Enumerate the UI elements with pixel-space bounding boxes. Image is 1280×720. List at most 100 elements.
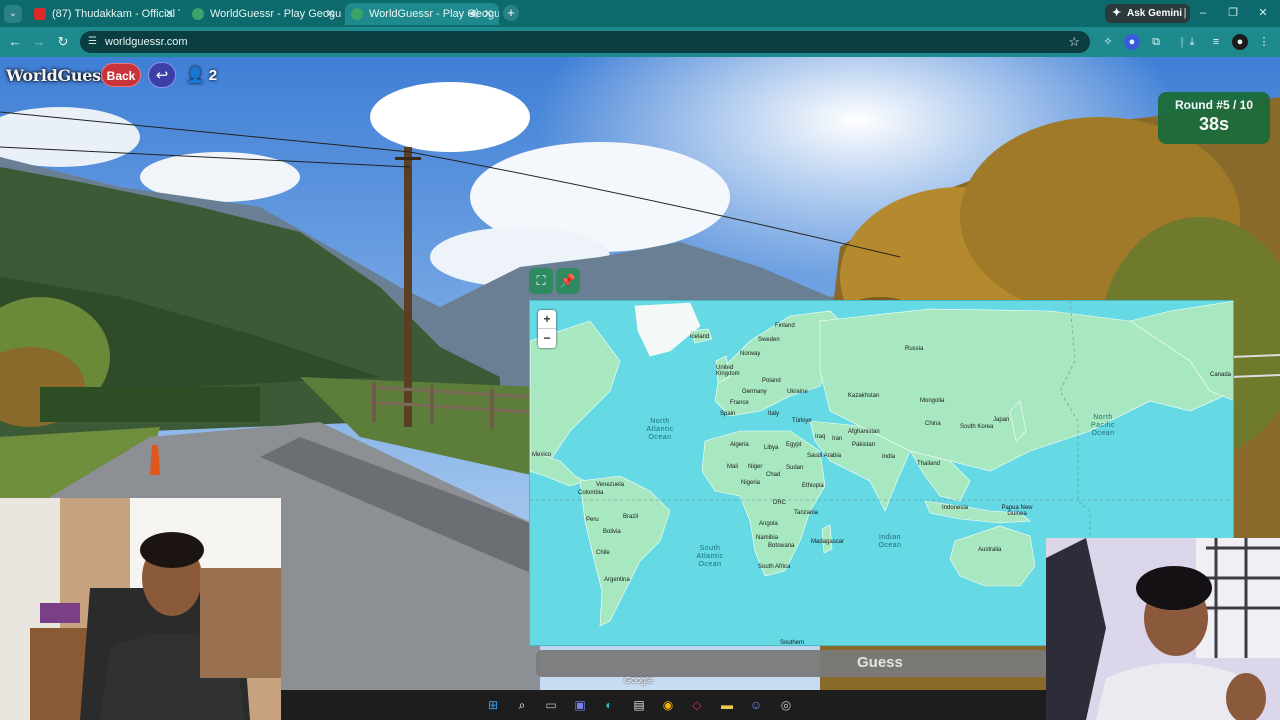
map-label: Pakistan [852,442,876,448]
webcam-left [0,498,281,720]
chrome-icon[interactable]: ◉ [659,696,677,714]
map-label: Sweden [758,337,780,343]
windows-taskbar: ⊞ ⌕ ▭ ▣ ◐ ▤ ◉ ◇ ▬ ☺ ◎ [281,690,1046,720]
guess-button-label[interactable]: Guess [857,654,903,671]
map-label: Botswana [768,543,795,549]
puzzle-icon[interactable]: ⧉ [1148,34,1164,50]
extension-icon[interactable]: ✧ [1100,34,1116,50]
map-label: Russia [905,346,924,352]
task-view-icon[interactable]: ▭ [542,696,560,714]
discord-icon[interactable]: ☺ [747,696,765,714]
tab-worldguessr-1[interactable]: WorldGuessr - Play Geoguessr Free ✕ [186,3,341,25]
store-icon[interactable]: ▤ [630,696,648,714]
close-icon[interactable]: ✕ [484,3,493,25]
map-label: Egypt [786,442,802,448]
map-label: Mali [727,464,739,470]
map-label: Iceland [690,334,710,340]
map-label: Niger [748,464,763,470]
search-icon[interactable]: ⌕ [513,696,531,714]
new-tab-button[interactable]: + [503,5,519,21]
map-label: United Kingdom [716,365,740,377]
close-icon[interactable]: ✕ [165,3,174,25]
minimize-icon[interactable]: – [1194,4,1212,22]
map-label: Colombia [578,490,604,496]
browser-tab-bar: ⌄ (87) Thudakkam - Official Teaser ✕ Wor… [0,0,1280,27]
teams-icon[interactable]: ▣ [571,696,589,714]
map-label: Canada [1210,372,1232,378]
globe-icon [192,8,204,20]
map-label: Chile [596,550,610,556]
map-label: Ethiopia [802,483,824,489]
tab-search-button[interactable]: ⌄ [4,5,22,23]
round-timer: 38s [1198,114,1230,134]
map-label: Southern [780,640,805,646]
menu-kebab-icon[interactable]: ⋮ [1256,34,1272,50]
folder-icon[interactable]: ▬ [718,696,736,714]
map-label: China [925,421,941,427]
bookmark-star-icon[interactable]: ☆ [1068,31,1080,53]
youtube-icon [34,8,46,20]
map-label: Afghanistan [848,429,880,435]
tab-worldguessr-active[interactable]: WorldGuessr - Play Geoguessr Free ◀) ✕ [345,3,499,25]
map-label: Papua New Guinea [1001,505,1033,517]
back-arrow-icon[interactable]: ← [6,33,24,51]
obs-icon[interactable]: ◎ [777,696,795,714]
zoom-out-button[interactable]: − [538,329,556,348]
edge-icon[interactable]: ◐ [600,696,618,714]
map-label: Chad [766,472,781,478]
ocean-label: South Atlantic Ocean [696,545,724,568]
forward-arrow-icon[interactable]: → [30,33,48,51]
reading-list-icon[interactable]: ≡ [1208,34,1224,50]
map-label: Norway [740,351,761,357]
map-label: Tanzania [794,510,819,516]
map-label: Venezuela [596,482,625,488]
guess-button[interactable] [536,650,1048,677]
map-label: Madagascar [811,539,845,545]
map-label: Poland [762,378,781,384]
browser-toolbar: ← → ↻ ☰ worldguessr.com ☆ ✧ ● ⧉ | ⤓ ≡ ● … [0,27,1280,57]
tab-title: WorldGuessr - Play Geoguessr Free [210,8,341,20]
person-icon: 👤 [186,67,205,84]
address-bar[interactable]: ☰ worldguessr.com ☆ [80,31,1090,53]
return-arrow-icon[interactable]: ↩ [148,62,176,88]
zoom-in-button[interactable]: + [538,310,556,329]
map-label: Brazil [623,514,639,520]
tab-title: (87) Thudakkam - Official Teaser [52,8,180,20]
window-close-icon[interactable]: ✕ [1254,4,1272,22]
zoom-control: + − [538,310,556,348]
download-icon[interactable]: ⤓ [1184,34,1200,50]
player-count-value: 2 [208,67,218,84]
map-label: Kazakhstan [848,393,880,399]
tab-youtube[interactable]: (87) Thudakkam - Official Teaser ✕ [28,3,180,25]
ocean-label: North Pacific Ocean [1090,414,1116,437]
map-label: Finland [775,323,795,329]
player-count: 👤 2 [186,66,217,84]
map-label: South Africa [758,564,791,570]
back-button[interactable]: Back [101,63,141,87]
reload-icon[interactable]: ↻ [54,33,72,51]
app-icon[interactable]: ◇ [688,696,706,714]
map-label: Peru [586,517,599,523]
map-label: Iraq [815,434,826,440]
windows-start-icon[interactable]: ⊞ [484,696,502,714]
map-label: Germany [742,389,767,395]
globe-icon [351,8,363,20]
map-label: Spain [720,411,736,417]
map-label: Japan [993,417,1010,423]
site-info-icon[interactable]: ☰ [88,31,97,53]
webcam-right [1046,538,1280,720]
speaker-icon[interactable]: ◀) [468,3,479,25]
fullscreen-icon[interactable]: ⛶ [529,268,553,294]
map-label: Australia [978,547,1002,553]
restore-icon[interactable]: ❐ [1224,4,1242,22]
map-label: Nigeria [741,480,761,486]
extension-blue-icon[interactable]: ● [1124,34,1140,50]
profile-avatar[interactable]: ● [1232,34,1248,50]
map-label: Mexico [532,452,552,458]
map-label: Indonesia [942,505,969,511]
url-text: worldguessr.com [105,36,188,48]
map-label: Italy [768,411,780,417]
close-icon[interactable]: ✕ [326,3,335,25]
webcam-left-image [0,498,281,720]
pin-icon[interactable]: 📌 [556,268,580,294]
